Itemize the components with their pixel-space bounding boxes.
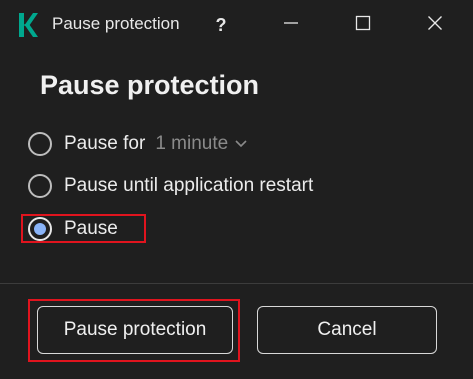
pause-until-restart-radio[interactable]	[28, 174, 52, 198]
option-pause-for[interactable]: Pause for 1 minute	[24, 128, 248, 160]
maximize-icon	[355, 15, 371, 36]
footer-divider	[0, 283, 473, 284]
minimize-icon	[283, 15, 299, 36]
window-title: Pause protection	[52, 14, 180, 33]
pause-protection-dialog: Pause protection ? Pause protection Paus…	[0, 0, 473, 379]
help-button[interactable]: ?	[206, 0, 236, 50]
help-label: ?	[215, 14, 227, 35]
dialog-heading: Pause protection	[40, 70, 260, 100]
option-pause-until-restart[interactable]: Pause until application restart	[24, 170, 313, 202]
duration-dropdown[interactable]: 1 minute	[155, 133, 248, 155]
maximize-button[interactable]	[348, 0, 378, 50]
pause-option-highlight	[21, 214, 146, 243]
minimize-button[interactable]	[276, 0, 306, 50]
pause-button-highlight	[28, 299, 240, 362]
duration-value: 1 minute	[155, 133, 229, 154]
close-button[interactable]	[420, 0, 450, 50]
pause-until-restart-label: Pause until application restart	[64, 175, 314, 196]
kaspersky-logo-icon	[17, 11, 39, 39]
close-icon	[427, 15, 443, 36]
cancel-button[interactable]: Cancel	[257, 306, 437, 354]
chevron-down-icon	[228, 133, 248, 155]
pause-for-label: Pause for	[64, 133, 146, 154]
pause-for-radio[interactable]	[28, 132, 52, 156]
title-bar: Pause protection ?	[0, 0, 473, 50]
